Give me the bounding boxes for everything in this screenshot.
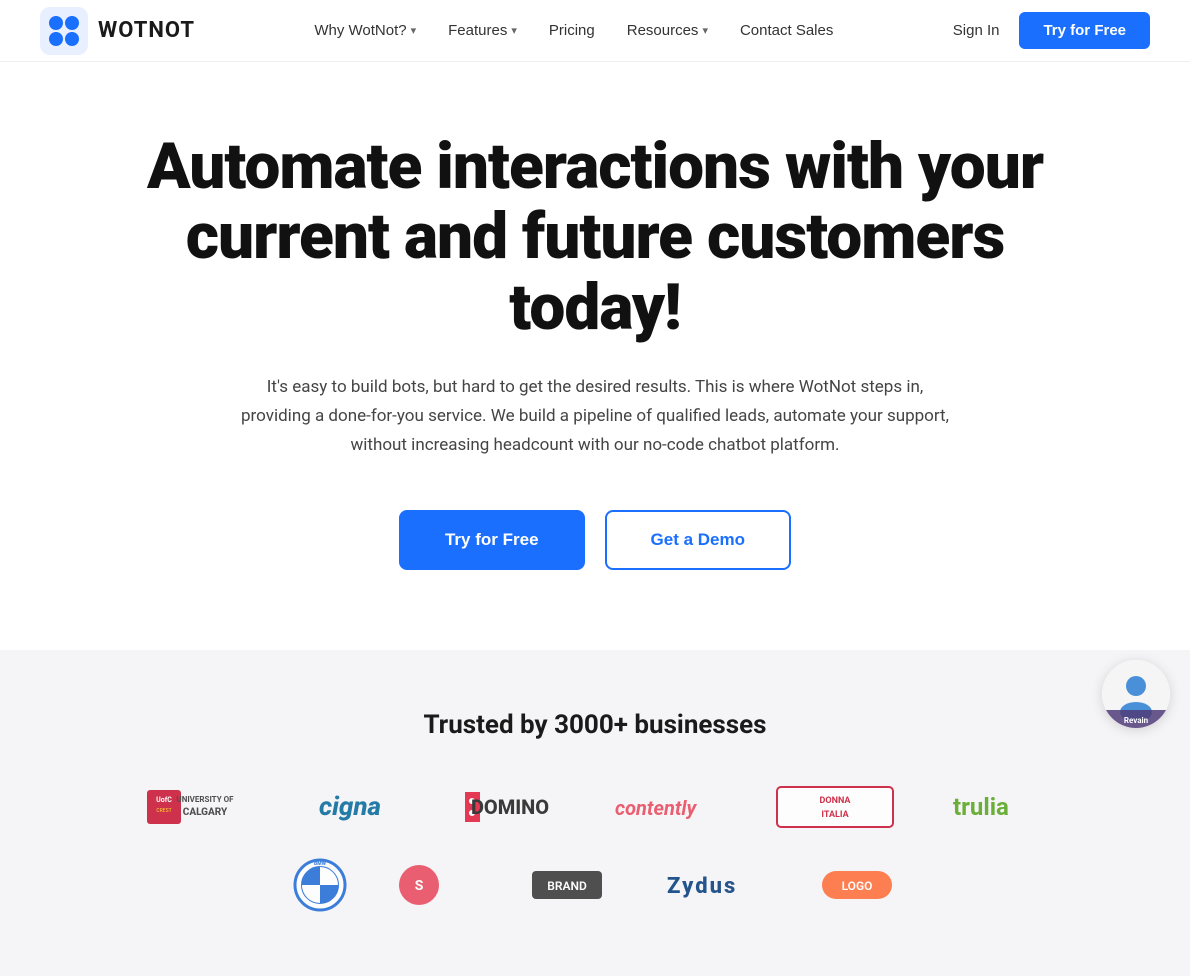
nav-why-wotnot[interactable]: Why WotNot? ▾ [314, 22, 416, 39]
logos-row-2: BMW S BRAND Zydus LOG [40, 858, 1150, 912]
logo-trulia: trulia [945, 780, 1045, 834]
chevron-down-icon: ▾ [511, 24, 517, 37]
svg-text:BRAND: BRAND [547, 879, 587, 893]
logo-zydus: Zydus [657, 858, 767, 912]
logo-unknown-2: BRAND [527, 858, 607, 912]
logo-donna-italia: DONNA ITALIA [775, 780, 895, 834]
logo[interactable]: WOTNOT [40, 7, 195, 55]
svg-text:UofC: UofC [156, 796, 172, 804]
hero-try-free-button[interactable]: Try for Free [399, 510, 585, 570]
revain-badge[interactable]: Revain [1102, 660, 1170, 728]
nav-resources[interactable]: Resources ▾ [627, 22, 708, 39]
svg-text:CREST: CREST [156, 808, 171, 814]
svg-text:LOGO: LOGO [842, 879, 873, 893]
logo-domino: DOMINO [445, 780, 555, 834]
svg-text:DOMINO: DOMINO [471, 795, 549, 819]
wotnot-logo-icon [40, 7, 88, 55]
svg-text:trulia: trulia [953, 793, 1009, 821]
hero-buttons: Try for Free Get a Demo [399, 510, 791, 570]
svg-text:ITALIA: ITALIA [821, 810, 849, 820]
revain-icon: Revain [1102, 660, 1170, 728]
svg-text:CALGARY: CALGARY [183, 807, 228, 818]
nav-pricing[interactable]: Pricing [549, 22, 595, 39]
svg-text:DONNA: DONNA [820, 796, 852, 806]
hero-content: Automate interactions with your current … [95, 62, 1095, 650]
nav-right: Sign In Try for Free [953, 12, 1150, 49]
nav-try-free-button[interactable]: Try for Free [1019, 12, 1150, 49]
trusted-section: Trusted by 3000+ businesses UofC CREST U… [0, 650, 1190, 976]
logo-text: WOTNOT [98, 18, 195, 43]
chevron-down-icon: ▾ [702, 24, 708, 37]
svg-text:UNIVERSITY OF: UNIVERSITY OF [176, 795, 234, 804]
svg-text:S: S [415, 878, 424, 894]
navigation: WOTNOT Why WotNot? ▾ Features ▾ Pricing … [0, 0, 1190, 62]
nav-links: Why WotNot? ▾ Features ▾ Pricing Resourc… [314, 22, 833, 39]
hero-section: Automate interactions with your current … [0, 62, 1190, 650]
hero-title: Automate interactions with your current … [147, 132, 1043, 343]
svg-text:Revain: Revain [1124, 716, 1149, 725]
hero-subtitle: It's easy to build bots, but hard to get… [235, 373, 955, 460]
logo-bmw: BMW [293, 858, 347, 912]
logo-unknown-1: S [397, 858, 477, 912]
logo-contently: contently [605, 780, 725, 834]
svg-text:BMW: BMW [314, 861, 327, 867]
svg-text:contently: contently [615, 796, 698, 820]
trusted-title: Trusted by 3000+ businesses [40, 710, 1150, 740]
chevron-down-icon: ▾ [411, 24, 417, 37]
logo-university-calgary: UofC CREST UNIVERSITY OF CALGARY [145, 780, 255, 834]
svg-text:Zydus: Zydus [667, 874, 737, 899]
hero-get-demo-button[interactable]: Get a Demo [605, 510, 791, 570]
nav-features[interactable]: Features ▾ [448, 22, 517, 39]
sign-in-button[interactable]: Sign In [953, 22, 1000, 39]
logo-cigna: cigna [305, 780, 395, 834]
logo-unknown-3: LOGO [817, 858, 897, 912]
nav-contact-sales[interactable]: Contact Sales [740, 22, 833, 39]
svg-text:cigna: cigna [319, 792, 381, 822]
logos-row-1: UofC CREST UNIVERSITY OF CALGARY cigna D… [40, 780, 1150, 834]
